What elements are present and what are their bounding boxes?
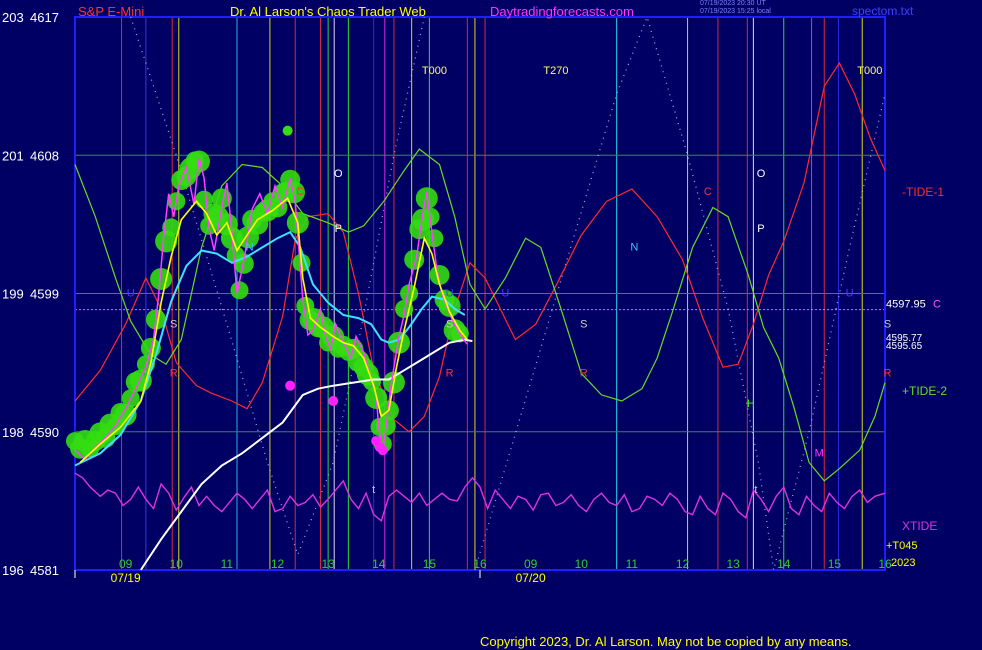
pink-dot [377, 445, 388, 456]
avg-slow-line [139, 338, 473, 571]
cycle-letter: M [815, 447, 824, 459]
x-hour-tick: 12 [271, 557, 285, 571]
x-hour-tick: 16 [878, 557, 892, 571]
cycle-letter: U [501, 288, 509, 300]
cycle-letter: U [127, 288, 135, 300]
x-hour-tick: 10 [170, 557, 184, 571]
t045-label: +T045 [886, 540, 918, 552]
y-tick-price: 4590 [30, 425, 59, 440]
stacked-price-label: 4595.65 [886, 341, 923, 352]
x-hour-tick: 11 [626, 557, 639, 571]
pink-dot [285, 380, 296, 391]
tide1-label: -TIDE-1 [902, 185, 944, 199]
x-hour-tick: 12 [676, 557, 690, 571]
site-title: Dr. Al Larson's Chaos Trader Web [230, 4, 426, 19]
x-hour-tick: 15 [423, 557, 437, 571]
cycle-letter: U [446, 288, 454, 300]
chart-svg: 203 4617 201 4608 199 4599 198 4590 196 4581 U S R N C… [2, 10, 947, 585]
y-tick-outer: 203 [2, 10, 24, 25]
cycle-letter: P [757, 223, 764, 235]
x-hour-tick: 13 [321, 557, 335, 571]
y-tick-price: 4581 [30, 563, 59, 578]
x-hour-tick: 09 [524, 557, 538, 571]
tide1-curve [74, 61, 886, 433]
cycle-letter: R [446, 367, 454, 379]
y-tick-price: 4617 [30, 10, 59, 25]
pink-dot [328, 396, 339, 407]
year-label: 2023 [891, 557, 915, 569]
x-hour-tick: 09 [119, 557, 133, 571]
cycle-letter: R [580, 367, 588, 379]
cycle-letter: R [884, 367, 892, 379]
current-price-suffix: C [933, 299, 941, 311]
cycle-letter: N [246, 241, 254, 253]
current-price-label: 4597.95 [886, 299, 926, 311]
cycle-letter: C [296, 186, 304, 198]
y-tick-outer: 199 [2, 287, 24, 302]
x-date-label: 07/19 [111, 571, 141, 585]
y-tick-outer: 198 [2, 425, 24, 440]
tide2-label: +TIDE-2 [902, 384, 947, 398]
x-hour-tick: 10 [575, 557, 589, 571]
time-marker: T000 [857, 65, 882, 77]
bubble-mark [282, 125, 293, 136]
cycle-letter: H [747, 398, 755, 410]
cycle-letter: S [170, 318, 177, 330]
copyright-notice: Copyright 2023, Dr. Al Larson. May not b… [480, 634, 852, 649]
timestamp-local: 07/19/2023 15:25 local [700, 8, 771, 15]
y-tick-price: 4608 [30, 148, 59, 163]
y-tick-outer: 201 [2, 148, 24, 163]
timestamp-block: 07/19/2023 20:30 UT 07/19/2023 15:25 loc… [700, 0, 771, 16]
cycle-letter: N [630, 241, 638, 253]
x-hour-tick: 14 [372, 557, 386, 571]
cycle-letter: O [757, 168, 766, 180]
dotted-cycle-curve [130, 16, 425, 557]
cycle-letter: t [372, 484, 375, 496]
cycle-letter: U [846, 288, 854, 300]
xtide-curve [74, 472, 886, 522]
cycle-letter: t [754, 484, 757, 496]
site-url[interactable]: Daytradingforecasts.com [490, 4, 634, 19]
x-hour-tick: 15 [828, 557, 842, 571]
x-date-label: 07/20 [516, 571, 546, 585]
y-tick-outer: 196 [2, 563, 24, 578]
y-tick-price: 4599 [30, 287, 59, 302]
bubble-mark [415, 187, 438, 210]
timestamp-utc: 07/19/2023 20:30 UT [700, 0, 766, 7]
x-hour-tick: 14 [777, 557, 791, 571]
xtide-label: XTIDE [902, 519, 937, 533]
time-marker: T000 [422, 65, 447, 77]
cycle-letter: P [335, 223, 342, 235]
instrument-title: S&P E-Mini [78, 4, 145, 19]
cycle-letter: S [580, 318, 587, 330]
cycle-letter: R [170, 367, 178, 379]
x-hour-tick: 16 [473, 557, 487, 571]
x-hour-tick: 13 [726, 557, 740, 571]
spectrum-file: spectom.txt [852, 4, 914, 18]
cycle-letter: S [446, 318, 453, 330]
time-marker: T270 [543, 65, 568, 77]
cycle-letter: O [334, 168, 343, 180]
x-hour-tick: 11 [221, 557, 234, 571]
cycle-letter: C [704, 186, 712, 198]
cycle-letter: S [884, 318, 891, 330]
avg-fast-line [79, 197, 468, 464]
